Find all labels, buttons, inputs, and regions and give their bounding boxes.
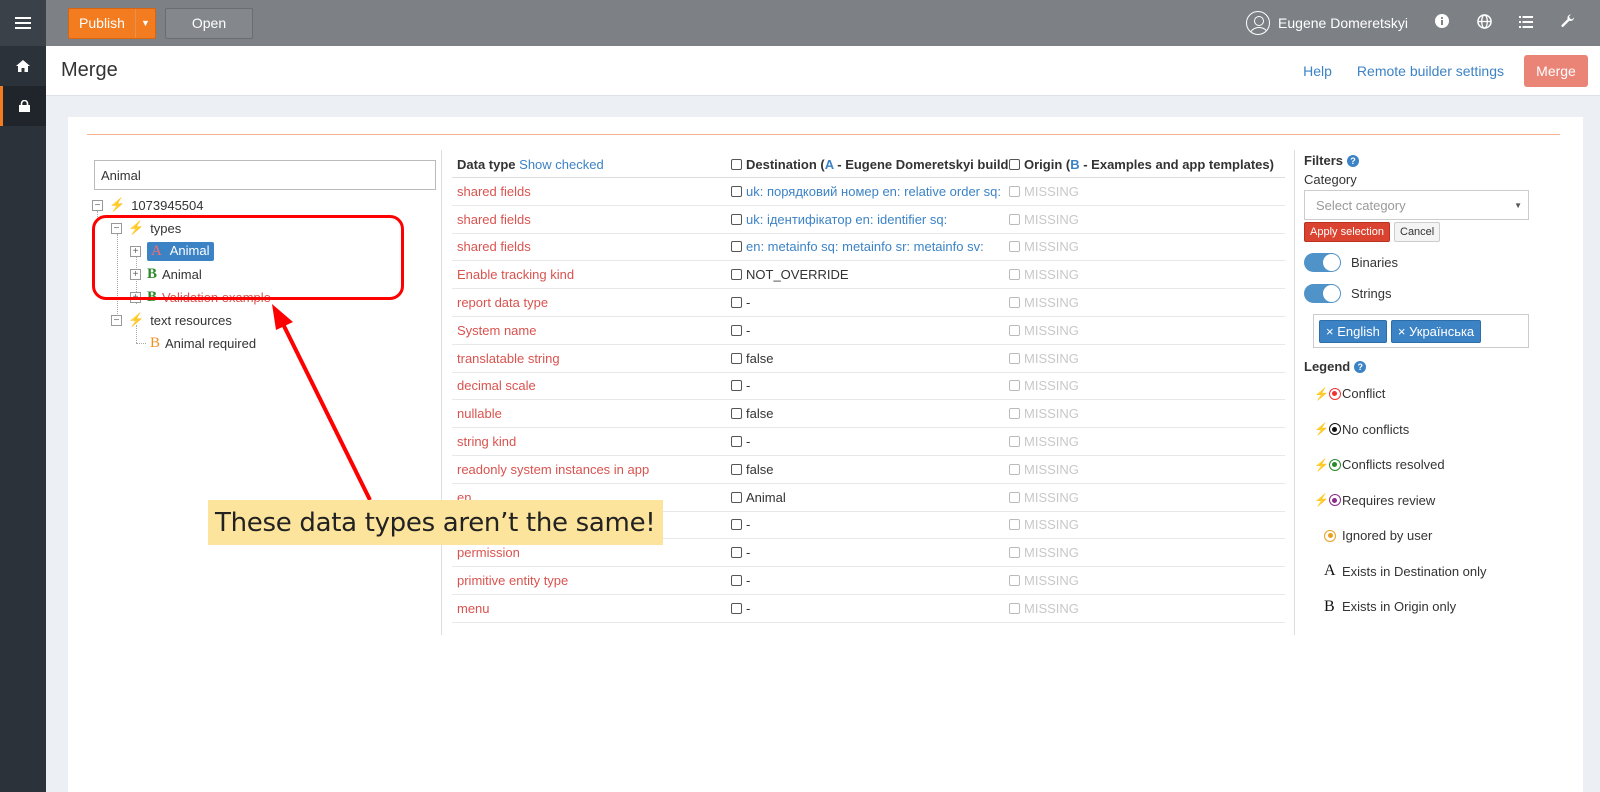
annotation-callout: These data types aren’t the same! [208,500,663,545]
annotation-arrow-icon [272,304,372,501]
